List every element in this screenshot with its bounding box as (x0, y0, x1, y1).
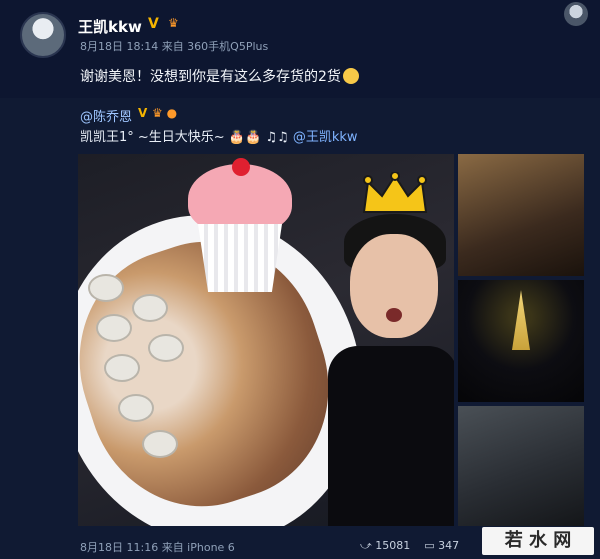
repost-verified-icon: V (138, 106, 148, 120)
repost-text-body: 凯凯王1° ~生日大快乐~ (80, 130, 225, 145)
oyster (96, 314, 132, 342)
username[interactable]: 王凯kkw (78, 16, 142, 37)
music-emoji-icon: ♫♫ (265, 130, 289, 145)
repost-block: @陈乔恩 V ♛ ● 凯凯王1° ~生日大快乐~ 🎂🎂 ♫♫ @王凯kkw 8月… (0, 98, 600, 559)
repost-username[interactable]: @陈乔恩 (80, 106, 132, 125)
cupcake-wrapper (198, 224, 282, 292)
thumbnail-eiffel-photo[interactable] (458, 280, 584, 402)
repost-meta: 8月18日 11:16 来自 iPhone 6 (80, 541, 235, 554)
post-text-body: 谢谢美恩！没想到你是有这么多存货的2货 (80, 69, 341, 85)
thumbnail-carousel-photo[interactable] (458, 154, 584, 276)
person (328, 206, 454, 526)
thumbnail-group-photo[interactable] (458, 406, 584, 526)
oyster (118, 394, 154, 422)
person-face (350, 234, 438, 338)
repost-badges-icon: ♛ ● (152, 106, 178, 120)
account-avatar[interactable] (564, 2, 588, 26)
crown-sticker-icon (362, 172, 428, 213)
cupcake-sticker (188, 158, 292, 294)
verified-badge-icon: V (148, 16, 159, 32)
person-mouth (386, 308, 402, 322)
oyster (148, 334, 184, 362)
eiffel-tower-icon (512, 290, 530, 350)
repost-actions: ⤻ 15081 ▭ 347 (360, 539, 459, 553)
post-meta: 8月18日 18:14 来自 360手机Q5Plus (80, 40, 269, 53)
main-photo[interactable] (78, 154, 454, 526)
mention-link[interactable]: @王凯kkw (293, 130, 358, 145)
repost-text: 凯凯王1° ~生日大快乐~ 🎂🎂 ♫♫ @王凯kkw (80, 126, 358, 145)
repost-count[interactable]: 15081 (375, 539, 410, 552)
level-crown-icon: ♛ (168, 16, 179, 30)
weibo-post: 王凯kkw V ♛ 8月18日 18:14 来自 360手机Q5Plus 谢谢美… (0, 0, 600, 98)
oyster (88, 274, 124, 302)
comment-count[interactable]: 347 (438, 539, 459, 552)
person-body (328, 346, 454, 526)
user-avatar[interactable] (20, 12, 66, 58)
comment-icon[interactable]: ▭ (424, 539, 434, 552)
site-watermark: 若 水 网 (482, 527, 594, 555)
post-text: 谢谢美恩！没想到你是有这么多存货的2货 (80, 66, 359, 86)
oyster (104, 354, 140, 382)
cherry-icon (232, 158, 250, 176)
cake-emoji-icon: 🎂🎂 (228, 130, 262, 145)
oyster (132, 294, 168, 322)
oyster (142, 430, 178, 458)
repost-icon[interactable]: ⤻ (360, 539, 372, 552)
laughing-emoji-icon (342, 68, 359, 84)
